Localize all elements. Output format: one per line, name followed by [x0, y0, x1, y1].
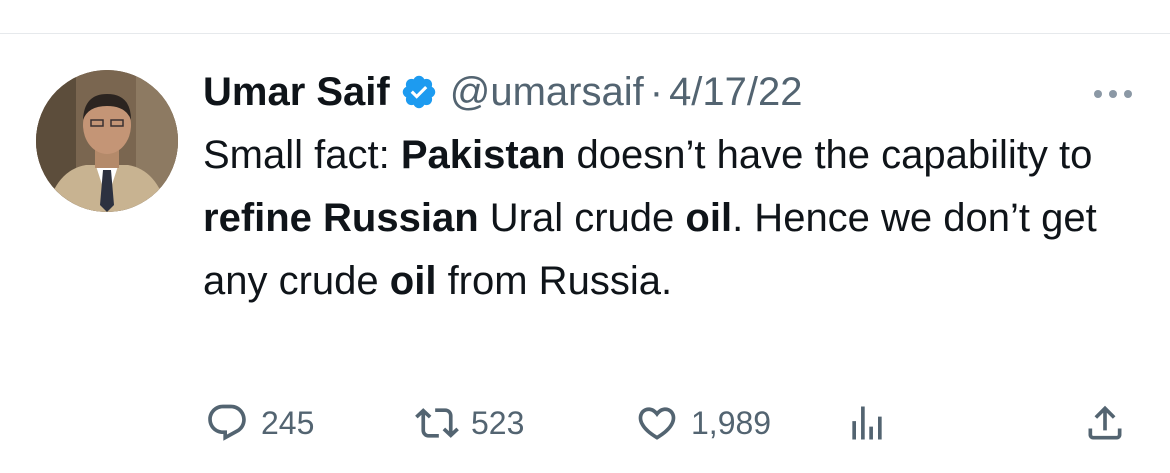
user-handle[interactable]: @umarsaif	[450, 70, 644, 115]
more-dot	[1124, 90, 1132, 98]
display-name[interactable]: Umar Saif	[203, 70, 390, 115]
tweet-text-segment: doesn’t have the capability to	[565, 133, 1093, 177]
reply-icon	[208, 404, 246, 441]
tweet-text-bold: refine Russian	[203, 196, 479, 240]
like-count: 1,989	[691, 404, 772, 441]
heart-icon	[638, 407, 676, 440]
share-button[interactable]	[1083, 398, 1127, 448]
share-icon	[1088, 405, 1122, 440]
more-dot	[1094, 90, 1102, 98]
tweet-text-segment: Ural crude	[478, 196, 686, 240]
action-bar: 245 523 1,989	[205, 398, 1135, 448]
retweet-count: 523	[471, 404, 525, 441]
tweet-text-segment: Small fact:	[203, 133, 401, 177]
reply-button[interactable]: 245	[205, 398, 314, 448]
avatar[interactable]	[36, 70, 178, 212]
avatar-image	[36, 70, 178, 212]
tweet-text-segment: from Russia.	[436, 259, 673, 303]
tweet-text: Small fact: Pakistan doesn’t have the ca…	[203, 124, 1133, 313]
tweet-content: Umar Saif @umarsaif · 4/17/22 Small fact…	[203, 62, 1143, 313]
analytics-icon	[852, 406, 882, 440]
tweet-text-bold: Pakistan	[400, 133, 566, 177]
separator-dot: ·	[649, 69, 664, 114]
more-dot	[1109, 90, 1117, 98]
verified-badge-icon[interactable]	[400, 73, 438, 111]
reply-count: 245	[261, 404, 315, 441]
tweet-date[interactable]: 4/17/22	[669, 70, 802, 115]
retweet-button[interactable]: 523	[415, 398, 524, 448]
tweet-header: Umar Saif @umarsaif · 4/17/22	[203, 62, 1143, 122]
like-button[interactable]: 1,989	[635, 398, 771, 448]
tweet-text-bold: oil	[389, 259, 437, 303]
more-options-icon[interactable]	[1083, 82, 1143, 106]
tweet-text-bold: oil	[685, 196, 733, 240]
top-divider	[0, 33, 1170, 34]
retweet-icon	[415, 408, 459, 438]
analytics-button[interactable]	[845, 398, 889, 448]
